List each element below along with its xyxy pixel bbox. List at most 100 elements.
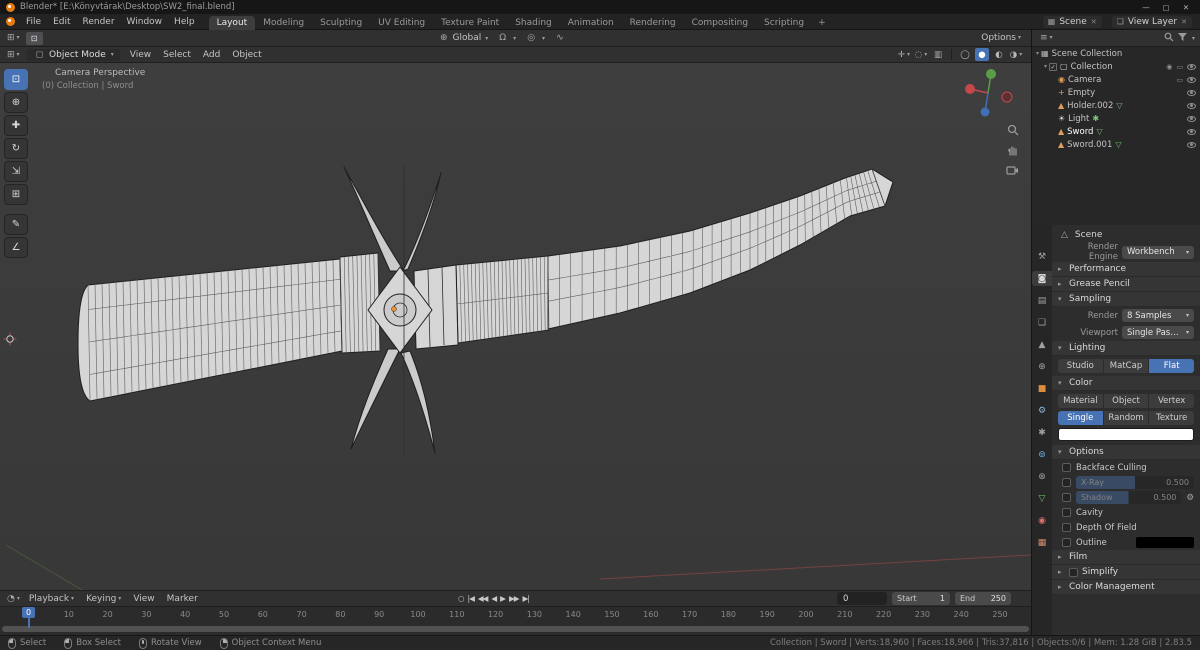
restrict-camera-icon[interactable]: ◉: [1166, 63, 1172, 71]
outliner-editor-icon[interactable]: ≡: [1037, 33, 1056, 43]
object-tab[interactable]: ■: [1032, 381, 1052, 396]
modifiers-tab[interactable]: ⚙: [1032, 403, 1052, 418]
tab-texture-paint[interactable]: Texture Paint: [433, 16, 507, 30]
outliner-item-collection[interactable]: ▾ ✓ ▢ Collection ◉ ▭: [1032, 60, 1200, 73]
xray-toggle-icon[interactable]: ▥: [931, 48, 945, 61]
gizmo-toggle-icon[interactable]: ✛: [897, 48, 911, 61]
outliner-item-scene-collection[interactable]: ▾ ▦ Scene Collection: [1032, 47, 1200, 60]
eye-icon[interactable]: [1187, 63, 1196, 70]
section-film[interactable]: ▸ Film: [1052, 550, 1200, 565]
camera-view-icon[interactable]: [1003, 161, 1021, 179]
outliner-item-holder[interactable]: ▲ Holder.002 ▽: [1032, 99, 1200, 112]
world-tab[interactable]: ⊕: [1032, 359, 1052, 374]
single-color-swatch[interactable]: [1058, 428, 1194, 441]
snapping-dropdown[interactable]: Ω: [496, 33, 516, 43]
menu-window[interactable]: Window: [121, 16, 169, 28]
close-button[interactable]: ✕: [1176, 0, 1196, 14]
shading-material-icon[interactable]: ◐: [992, 48, 1006, 61]
play-button[interactable]: ▶: [500, 594, 506, 603]
material-tab[interactable]: ◉: [1032, 513, 1052, 528]
tab-animation[interactable]: Animation: [560, 16, 622, 30]
shading-solid-icon[interactable]: ●: [975, 48, 989, 61]
object-data-tab[interactable]: ▽: [1032, 491, 1052, 506]
shading-wireframe-icon[interactable]: ◯: [958, 48, 972, 61]
sampling-viewport-dropdown[interactable]: Single Pass Anti-A...: [1122, 326, 1194, 339]
section-performance[interactable]: ▸ Performance: [1052, 262, 1200, 277]
section-simplify[interactable]: ▸ Simplify: [1052, 565, 1200, 580]
cavity-checkbox[interactable]: [1062, 508, 1071, 517]
section-color[interactable]: ▾ Color: [1052, 376, 1200, 391]
jump-start-button[interactable]: |◀: [468, 594, 475, 603]
tab-modeling[interactable]: Modeling: [255, 16, 312, 30]
viewport-canvas[interactable]: [0, 63, 1031, 590]
proportional-editing-dropdown[interactable]: ◎: [524, 33, 545, 43]
current-frame-field[interactable]: 0: [837, 592, 887, 605]
color-texture-button[interactable]: Texture: [1149, 411, 1194, 425]
lighting-studio-button[interactable]: Studio: [1058, 359, 1104, 373]
maximize-button[interactable]: ▢: [1156, 0, 1176, 14]
tab-sculpting[interactable]: Sculpting: [312, 16, 370, 30]
eye-icon[interactable]: [1187, 128, 1196, 135]
minimize-button[interactable]: —: [1136, 0, 1156, 14]
menu-timeline-view[interactable]: View: [127, 594, 160, 604]
color-object-button[interactable]: Object: [1103, 394, 1150, 408]
add-workspace-button[interactable]: +: [812, 16, 832, 30]
color-random-button[interactable]: Random: [1103, 411, 1150, 425]
menu-select[interactable]: Select: [157, 49, 197, 61]
backface-culling-checkbox[interactable]: [1062, 463, 1071, 472]
outliner-item-empty[interactable]: + Empty: [1032, 86, 1200, 99]
section-sampling[interactable]: ▾ Sampling: [1052, 292, 1200, 307]
color-vertex-button[interactable]: Vertex: [1149, 394, 1194, 408]
tool-measure[interactable]: ∠: [4, 237, 28, 258]
tool-scale[interactable]: ⇲: [4, 161, 28, 182]
eye-icon[interactable]: [1187, 89, 1196, 96]
menu-view[interactable]: View: [124, 49, 157, 61]
collection-checkbox[interactable]: ✓: [1049, 62, 1058, 71]
eye-icon[interactable]: [1187, 102, 1196, 109]
color-single-button[interactable]: Single: [1058, 411, 1104, 425]
shading-rendered-icon[interactable]: ◑: [1009, 48, 1023, 61]
frame-ruler[interactable]: 0 10 20 30 40 50 60 70 80 90 100 110 120 130 140 150 160…: [0, 607, 1031, 635]
section-options[interactable]: ▾ Options: [1052, 445, 1200, 460]
view-layer-selector[interactable]: ❏ View Layer ✕: [1111, 15, 1192, 28]
eye-icon[interactable]: [1187, 76, 1196, 83]
scene-tab[interactable]: ▲: [1032, 337, 1052, 352]
tab-shading[interactable]: Shading: [507, 16, 560, 30]
timeline-editor-icon[interactable]: ◔: [4, 594, 23, 604]
outliner-item-camera[interactable]: ◉ Camera ▭: [1032, 73, 1200, 86]
eye-icon[interactable]: [1187, 115, 1196, 122]
restrict-viewport-icon[interactable]: ▭: [1176, 63, 1183, 71]
shadow-slider[interactable]: Shadow 0.500: [1076, 491, 1182, 504]
e-icon[interactable]: [1187, 141, 1196, 148]
pan-hand-icon[interactable]: [1004, 141, 1022, 159]
color-material-button[interactable]: Material: [1058, 394, 1104, 408]
sampling-render-dropdown[interactable]: 8 Samples: [1122, 309, 1194, 322]
section-color-management[interactable]: ▸ Color Management: [1052, 580, 1200, 595]
tool-rotate[interactable]: ↻: [4, 138, 28, 159]
menu-file[interactable]: File: [20, 16, 47, 28]
transform-orientation-dropdown[interactable]: ⊕ Global: [437, 33, 488, 43]
playhead[interactable]: 0: [22, 607, 36, 628]
simplify-checkbox[interactable]: [1069, 567, 1078, 577]
texture-tab[interactable]: ▦: [1032, 535, 1052, 550]
shadow-checkbox[interactable]: [1062, 493, 1071, 502]
zoom-icon[interactable]: [1004, 121, 1022, 139]
falloff-dropdown[interactable]: ∿: [553, 33, 567, 43]
view-layer-unlink-icon[interactable]: ✕: [1181, 18, 1187, 26]
options-dropdown[interactable]: Options: [981, 33, 1021, 43]
restrict-viewport-icon[interactable]: ▭: [1176, 76, 1183, 84]
outliner-item-light[interactable]: ☀ Light ✱: [1032, 112, 1200, 125]
overlays-toggle-icon[interactable]: ◌: [914, 48, 928, 61]
section-lighting[interactable]: ▾ Lighting: [1052, 341, 1200, 356]
output-tab[interactable]: ▤: [1032, 293, 1052, 308]
outliner-item-sword-001[interactable]: ▲ Sword.001 ▽: [1032, 138, 1200, 151]
filter-icon[interactable]: [1178, 32, 1195, 44]
constraints-tab[interactable]: ⊗: [1032, 469, 1052, 484]
play-reverse-button[interactable]: ◀: [491, 594, 497, 603]
prev-keyframe-button[interactable]: ◀◀: [478, 594, 489, 603]
tab-scripting[interactable]: Scripting: [756, 16, 812, 30]
auto-key-icon[interactable]: ○: [458, 594, 464, 603]
tool-tab[interactable]: ⚒: [1032, 249, 1052, 264]
frame-end-field[interactable]: End 250: [955, 592, 1011, 605]
render-tab[interactable]: ◙: [1032, 271, 1052, 286]
